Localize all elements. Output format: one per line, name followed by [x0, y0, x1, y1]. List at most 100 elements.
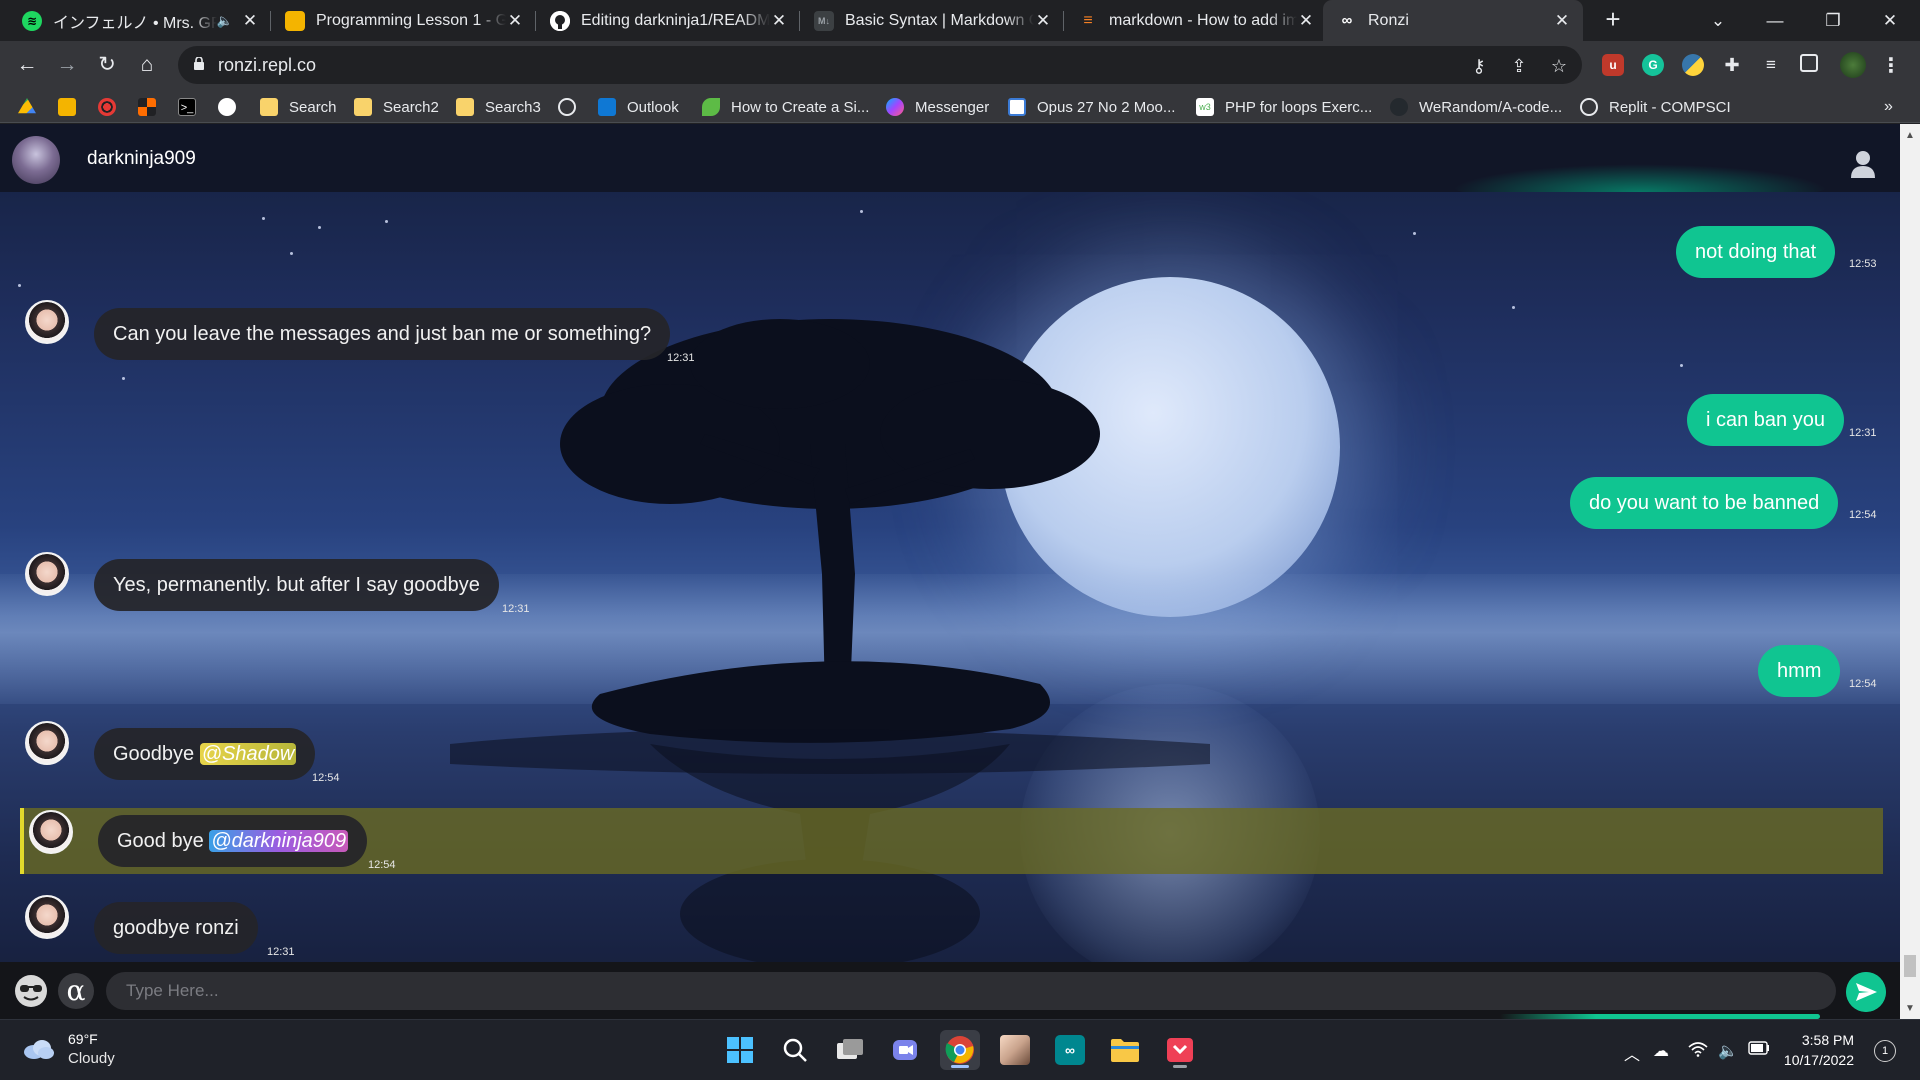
- close-icon[interactable]: ✕: [770, 11, 788, 31]
- back-icon[interactable]: ←: [11, 49, 43, 81]
- onedrive-icon[interactable]: ☁: [1653, 1041, 1669, 1061]
- message-time: 12:31: [267, 946, 295, 958]
- avatar[interactable]: [25, 300, 69, 344]
- close-icon[interactable]: ✕: [506, 11, 524, 31]
- tab-markdown-guide[interactable]: M↓ Basic Syntax | Markdown Guide ✕: [800, 0, 1064, 41]
- tab-title: Programming Lesson 1 - Google Slides: [316, 11, 506, 29]
- chat-header: darkninja909: [0, 124, 1900, 192]
- bookmarks-overflow[interactable]: »: [1884, 96, 1893, 118]
- taskbar-file-explorer[interactable]: [1105, 1030, 1145, 1070]
- tab-slides[interactable]: Programming Lesson 1 - Google Slides ✕: [271, 0, 536, 41]
- tab-search-icon[interactable]: ⌄: [1690, 0, 1746, 41]
- restore-icon[interactable]: ❐: [1805, 0, 1861, 41]
- mention-tag[interactable]: @Shadow: [199, 743, 297, 765]
- bookmark-drive[interactable]: [18, 96, 36, 118]
- lock-icon[interactable]: [194, 57, 204, 70]
- ublock-icon[interactable]: u: [1602, 54, 1624, 76]
- close-icon[interactable]: ✕: [1297, 11, 1315, 31]
- avatar[interactable]: [29, 810, 73, 854]
- start-button[interactable]: [720, 1030, 760, 1070]
- taskbar-arduino[interactable]: ∞: [1050, 1030, 1090, 1070]
- emoji-icon[interactable]: [13, 973, 49, 1009]
- bookmark-php[interactable]: w3 PHP for loops Exerc...: [1196, 96, 1372, 118]
- close-icon[interactable]: ✕: [1034, 11, 1052, 31]
- profile-avatar[interactable]: [1840, 52, 1866, 78]
- extensions-icon[interactable]: ✚: [1721, 54, 1743, 76]
- bookmark-globe[interactable]: [558, 96, 576, 118]
- tab-stackoverflow[interactable]: ≡ markdown - How to add image ✕: [1064, 0, 1327, 41]
- avatar[interactable]: [12, 136, 60, 184]
- speaker-icon[interactable]: 🔈: [217, 13, 233, 29]
- pocket-icon: [1167, 1038, 1193, 1062]
- teams-chat-button[interactable]: [885, 1030, 925, 1070]
- mention-tag[interactable]: @darkninja909: [209, 830, 349, 852]
- classroom-icon: [58, 98, 76, 116]
- forward-icon[interactable]: →: [51, 49, 83, 81]
- task-view-button[interactable]: [830, 1030, 870, 1070]
- teams-icon: [893, 1040, 917, 1060]
- bookmark-werandom[interactable]: WeRandom/A-code...: [1390, 96, 1562, 118]
- python-icon[interactable]: [1682, 54, 1704, 76]
- tab-spotify[interactable]: ≋ インフェルノ • Mrs. GREEN APPLE 🔈 ✕: [8, 0, 271, 41]
- notification-badge[interactable]: 1: [1874, 1040, 1896, 1062]
- bookmark-star-icon[interactable]: ☆: [1548, 55, 1570, 77]
- send-icon[interactable]: [1846, 972, 1886, 1012]
- grammarly-icon[interactable]: G: [1642, 54, 1664, 76]
- scrollbar[interactable]: [1900, 124, 1920, 1019]
- close-icon[interactable]: ✕: [1553, 11, 1571, 31]
- bookmark-replit[interactable]: Replit - COMPSCI: [1580, 96, 1731, 118]
- bookmark-terminal[interactable]: >_: [178, 96, 196, 118]
- bookmark-outlook[interactable]: Outlook: [598, 96, 679, 118]
- new-tab-button[interactable]: +: [1598, 5, 1628, 35]
- bookmark-grid[interactable]: [138, 96, 156, 118]
- menu-icon[interactable]: ⋮: [1880, 54, 1902, 77]
- system-clock[interactable]: 3:58 PM 10/17/2022: [1772, 1030, 1854, 1070]
- volume-icon[interactable]: 🔈: [1718, 1041, 1738, 1061]
- folder-icon: [1111, 1039, 1139, 1062]
- side-panel-icon[interactable]: [1800, 54, 1818, 72]
- tab-github-editing[interactable]: Editing darkninja1/README.md ✕: [536, 0, 800, 41]
- wifi-icon[interactable]: [1688, 1041, 1708, 1062]
- reload-icon[interactable]: ↻: [91, 49, 123, 81]
- show-hidden-icons[interactable]: ︿: [1624, 1041, 1640, 1065]
- bookmark-classroom[interactable]: [58, 96, 76, 118]
- taskbar-pocket[interactable]: [1160, 1030, 1200, 1070]
- key-icon[interactable]: ⚷: [1468, 55, 1490, 77]
- alpha-button[interactable]: α: [58, 973, 94, 1009]
- weather-widget[interactable]: 69°F Cloudy: [22, 1030, 115, 1068]
- message-time: 12:31: [502, 603, 530, 615]
- avatar[interactable]: [25, 552, 69, 596]
- message-bubble-in: Yes, permanently. but after I say goodby…: [94, 559, 499, 611]
- bookmark-opus[interactable]: Opus 27 No 2 Moo...: [1008, 96, 1175, 118]
- user-icon[interactable]: [1850, 150, 1876, 178]
- url-text[interactable]: ronzi.repl.co: [218, 55, 316, 76]
- media-queue-icon[interactable]: ≡: [1760, 54, 1782, 76]
- address-bar[interactable]: ronzi.repl.co ⚷ ⇪ ☆: [178, 46, 1582, 84]
- message-text: Good bye: [117, 830, 210, 852]
- share-icon[interactable]: ⇪: [1508, 55, 1530, 77]
- scrollbar-thumb[interactable]: [1904, 955, 1916, 977]
- scroll-down-icon[interactable]: ▼: [1900, 1001, 1920, 1017]
- taskbar-app-anime[interactable]: [995, 1030, 1035, 1070]
- close-icon[interactable]: ✕: [241, 11, 259, 31]
- scroll-up-icon[interactable]: ▲: [1900, 128, 1920, 144]
- taskbar-search[interactable]: [775, 1030, 815, 1070]
- home-icon[interactable]: ⌂: [131, 49, 163, 81]
- bookmark-howto[interactable]: How to Create a Si...: [702, 96, 869, 118]
- bookmark-search[interactable]: Search: [260, 96, 337, 118]
- battery-icon[interactable]: [1748, 1041, 1770, 1060]
- avatar[interactable]: [25, 721, 69, 765]
- window-close-icon[interactable]: ✕: [1862, 0, 1918, 41]
- bookmark-search2[interactable]: Search2: [354, 96, 439, 118]
- tab-ronzi[interactable]: ∞ Ronzi ✕: [1323, 0, 1583, 41]
- avatar[interactable]: [25, 895, 69, 939]
- bookmark-search3[interactable]: Search3: [456, 96, 541, 118]
- message-input[interactable]: [106, 972, 1836, 1010]
- bookmark-target[interactable]: [98, 96, 116, 118]
- bookmark-messenger[interactable]: Messenger: [886, 96, 989, 118]
- minimize-icon[interactable]: —: [1747, 0, 1803, 41]
- app-thumbnail-icon: [1000, 1035, 1030, 1065]
- bookmark-github[interactable]: [218, 96, 236, 118]
- taskbar-chrome[interactable]: [940, 1030, 980, 1070]
- message-composer: α: [0, 962, 1900, 1019]
